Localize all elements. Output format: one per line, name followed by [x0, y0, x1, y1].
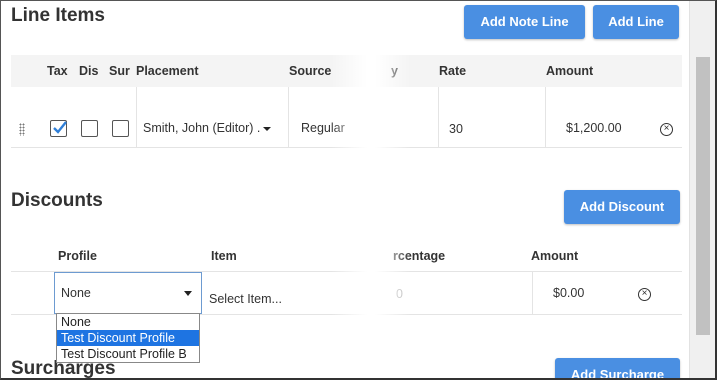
- dropdown-option[interactable]: None: [57, 314, 199, 330]
- dropdown-option-highlighted[interactable]: Test Discount Profile: [57, 330, 199, 346]
- col-tax: Tax: [47, 64, 68, 78]
- window-frame: Line Items Add Note Line Add Line Tax Di…: [0, 0, 717, 380]
- col-dis: Dis: [79, 64, 99, 78]
- discounts-title: Discounts: [11, 190, 103, 211]
- scrollbar-thumb[interactable]: [696, 57, 710, 335]
- divider: [532, 272, 533, 314]
- discount-amount-value: $0.00: [553, 286, 585, 300]
- drag-handle-icon[interactable]: [19, 123, 25, 136]
- profile-dropdown[interactable]: None Test Discount Profile Test Discount…: [56, 313, 200, 363]
- col-rate: Rate: [439, 64, 467, 78]
- col-sur: Sur: [109, 64, 130, 78]
- checkmark-icon: [53, 121, 67, 134]
- col-amount: Amount: [546, 64, 594, 78]
- placement-value[interactable]: Smith, John (Editor) .: [143, 121, 260, 135]
- line-items-title: Line Items: [11, 5, 105, 26]
- profile-select-value: None: [61, 286, 91, 300]
- dropdown-option[interactable]: Test Discount Profile B: [57, 346, 199, 362]
- col-item: Item: [211, 249, 237, 263]
- divider: [438, 87, 439, 147]
- tax-checkbox[interactable]: [50, 120, 67, 137]
- add-line-button[interactable]: Add Line: [593, 5, 679, 39]
- add-note-line-button[interactable]: Add Note Line: [464, 5, 585, 39]
- rate-value[interactable]: 30: [449, 122, 463, 136]
- dis-checkbox[interactable]: [81, 120, 98, 137]
- chevron-down-icon: [184, 291, 192, 296]
- col-profile: Profile: [58, 249, 97, 263]
- profile-select[interactable]: None: [54, 272, 202, 314]
- item-select[interactable]: Select Item...: [209, 292, 282, 306]
- sur-checkbox[interactable]: [112, 120, 129, 137]
- divider: [545, 87, 546, 147]
- overlay-fade: [331, 1, 411, 378]
- remove-line-icon[interactable]: ×: [660, 123, 673, 136]
- remove-discount-icon[interactable]: ×: [638, 288, 651, 301]
- add-discount-button[interactable]: Add Discount: [564, 190, 680, 224]
- divider: [288, 87, 289, 147]
- divider: [136, 87, 137, 147]
- col-placement: Placement: [136, 64, 199, 78]
- vertical-scrollbar[interactable]: [689, 1, 715, 378]
- chevron-down-icon[interactable]: [263, 127, 271, 131]
- amount-value: $1,200.00: [566, 121, 622, 135]
- col-source: Source: [289, 64, 332, 78]
- col-discount-amount: Amount: [531, 249, 579, 263]
- add-surcharge-button[interactable]: Add Surcharge: [555, 358, 680, 378]
